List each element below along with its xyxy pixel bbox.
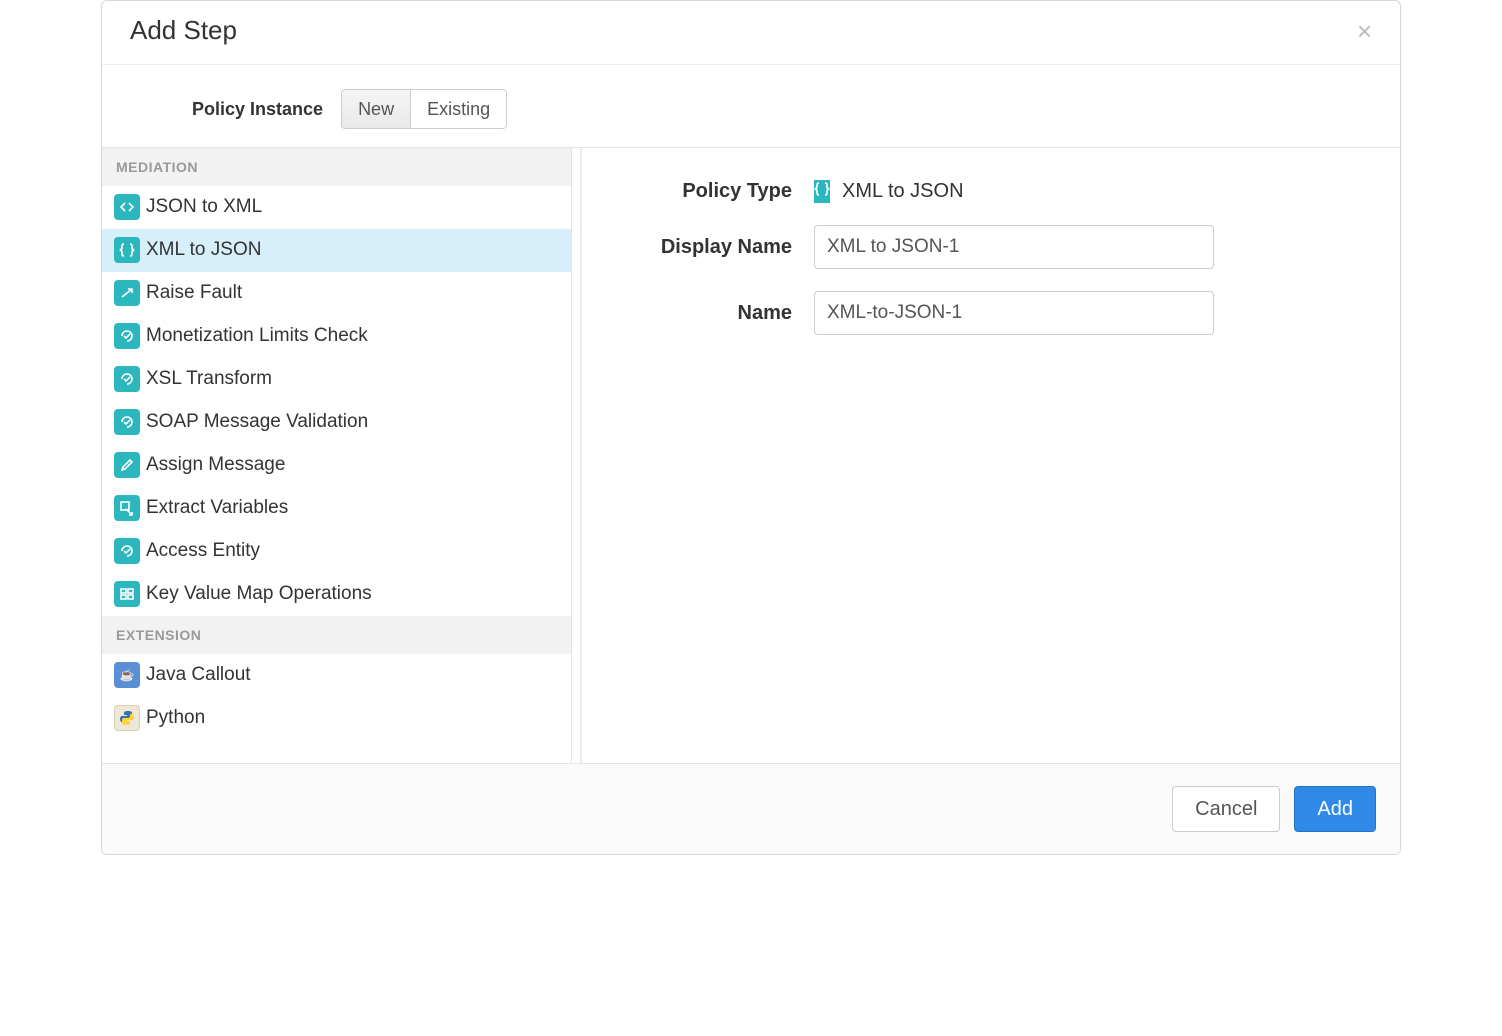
policy-list-item-label: Access Entity <box>146 540 260 562</box>
policy-list-item[interactable]: Assign Message <box>102 444 571 487</box>
python-icon <box>114 705 140 731</box>
svg-text:☕: ☕ <box>120 667 135 682</box>
policy-list-item[interactable]: Access Entity <box>102 530 571 573</box>
policy-list-item-label: XML to JSON <box>146 239 261 261</box>
policy-list-item-label: Java Callout <box>146 664 251 686</box>
policy-list-item-label: Extract Variables <box>146 497 288 519</box>
display-name-label: Display Name <box>622 236 792 259</box>
java-icon: ☕ <box>114 662 140 688</box>
policy-list-item[interactable]: Python <box>102 697 571 740</box>
policy-list-item-label: Raise Fault <box>146 282 242 304</box>
policy-type-value: XML to JSON <box>814 180 964 203</box>
pencil-icon <box>114 452 140 478</box>
policy-group-header: MEDIATION <box>102 148 571 186</box>
policy-list-item-label: Monetization Limits Check <box>146 325 368 347</box>
policy-list-item-label: Key Value Map Operations <box>146 583 372 605</box>
name-input[interactable] <box>814 291 1214 335</box>
policy-list-item[interactable]: Monetization Limits Check <box>102 315 571 358</box>
policy-type-text: XML to JSON <box>842 180 964 203</box>
policy-instance-toggle: New Existing <box>341 89 507 129</box>
add-step-dialog: Add Step × Policy Instance New Existing … <box>101 0 1401 855</box>
policy-list-item-label: XSL Transform <box>146 368 272 390</box>
policy-list-item-label: Assign Message <box>146 454 285 476</box>
policy-detail-panel: Policy Type XML to JSON Display Name <box>572 148 1400 763</box>
arrow-icon <box>114 280 140 306</box>
policy-list-item[interactable]: Raise Fault <box>102 272 571 315</box>
close-icon[interactable]: × <box>1357 18 1372 44</box>
dialog-body: MEDIATION JSON to XML XML to JSON Raise Fau… <box>102 147 1400 763</box>
policy-type-label: Policy Type <box>622 180 792 203</box>
dialog-title: Add Step <box>130 15 237 46</box>
policy-list-item[interactable]: XML to JSON <box>102 229 571 272</box>
policy-list-item[interactable]: ☕ Java Callout <box>102 654 571 697</box>
toggle-existing[interactable]: Existing <box>411 89 507 129</box>
cancel-button[interactable]: Cancel <box>1172 786 1280 832</box>
out-icon <box>114 495 140 521</box>
policy-list-item[interactable]: Key Value Map Operations <box>102 573 571 616</box>
policy-list-item[interactable]: SOAP Message Validation <box>102 401 571 444</box>
policy-list-item[interactable]: JSON to XML <box>102 186 571 229</box>
policy-list-item-label: SOAP Message Validation <box>146 411 368 433</box>
code-icon <box>114 194 140 220</box>
add-button[interactable]: Add <box>1294 786 1376 832</box>
dialog-header: Add Step × <box>102 1 1400 65</box>
display-name-input[interactable] <box>814 225 1214 269</box>
check-icon <box>114 323 140 349</box>
toggle-new[interactable]: New <box>341 89 411 129</box>
policy-list-item-label: JSON to XML <box>146 196 262 218</box>
check-icon <box>114 366 140 392</box>
braces-icon <box>814 180 830 203</box>
policy-group-header: EXTENSION <box>102 616 571 654</box>
policy-instance-label: Policy Instance <box>192 99 323 120</box>
check-icon <box>114 538 140 564</box>
policy-list-item[interactable]: XSL Transform <box>102 358 571 401</box>
dialog-footer: Cancel Add <box>102 763 1400 854</box>
braces-icon <box>114 237 140 263</box>
check-icon <box>114 409 140 435</box>
policy-list-item[interactable]: Extract Variables <box>102 487 571 530</box>
kv-icon <box>114 581 140 607</box>
name-label: Name <box>622 302 792 325</box>
policy-instance-row: Policy Instance New Existing <box>102 65 1400 147</box>
policy-list[interactable]: MEDIATION JSON to XML XML to JSON Raise Fau… <box>102 148 572 763</box>
policy-list-item-label: Python <box>146 707 205 729</box>
